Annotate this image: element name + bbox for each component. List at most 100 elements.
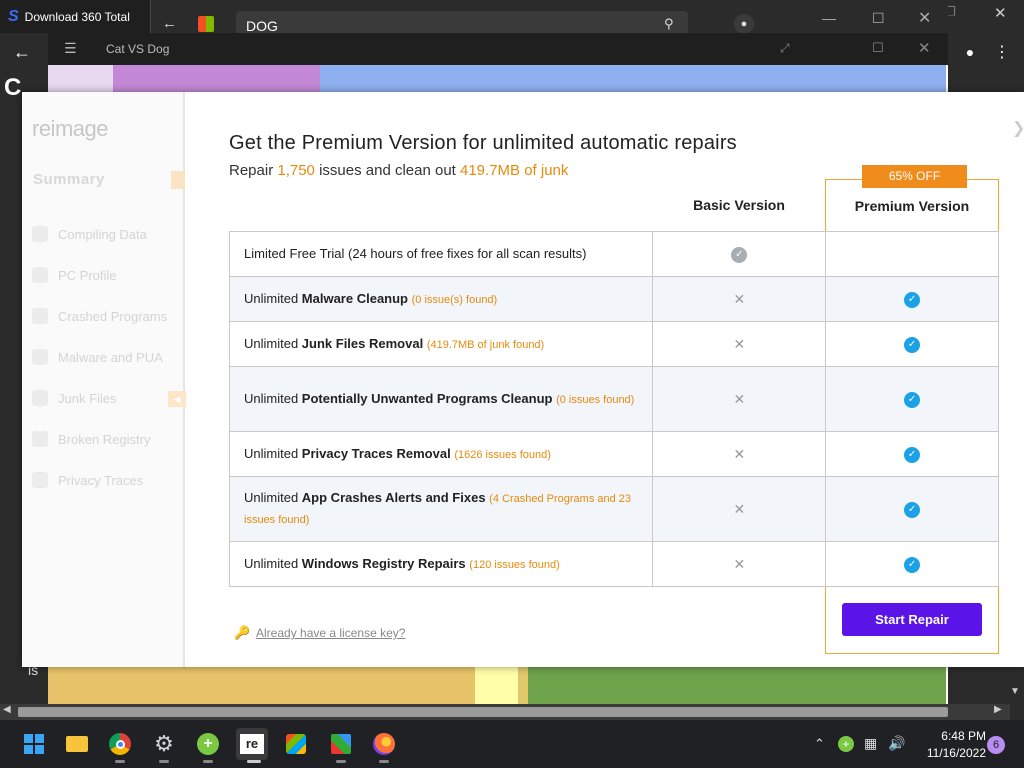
clock-time[interactable]: 6:48 PM <box>918 729 986 743</box>
back-arrow-icon[interactable]: ← <box>162 15 177 32</box>
360-security-icon[interactable]: + <box>192 728 224 760</box>
basic-cell: ✕ <box>652 276 827 322</box>
running-indicator <box>379 760 389 763</box>
sidebar-item-crashed-programs[interactable]: Crashed Programs <box>32 306 167 326</box>
sidebar-item-label: Compiling Data <box>58 226 147 242</box>
sidebar-item-label: PC Profile <box>58 267 117 283</box>
premium-cell: ✓ <box>825 431 999 477</box>
cross-icon: ✕ <box>733 290 746 307</box>
more-menu-icon[interactable]: ⋮ <box>990 40 1014 64</box>
feature-name: Windows Registry Repairs <box>301 555 466 571</box>
feature-prefix: Unlimited <box>244 555 302 571</box>
sidebar-item-label: Broken Registry <box>58 431 151 447</box>
chevron-up-icon[interactable]: ⌃ <box>814 736 825 752</box>
maximize-icon[interactable]: ☐ <box>872 10 885 27</box>
start-menu-icon[interactable] <box>18 728 50 760</box>
cross-icon: ✕ <box>733 335 746 352</box>
game-window-title: Cat VS Dog <box>106 42 170 56</box>
sidebar-summary[interactable]: Summary <box>33 171 105 188</box>
start-repair-button[interactable]: Start Repair <box>842 603 982 636</box>
license-key-link[interactable]: Already have a license key? <box>256 626 405 640</box>
basic-cell: ✕ <box>652 476 827 542</box>
summary-marker <box>171 171 185 189</box>
feature-note: (0 issues found) <box>556 393 635 406</box>
basic-cell: ✕ <box>652 366 827 432</box>
scrollbar-thumb[interactable] <box>18 707 948 717</box>
cross-icon: ✕ <box>733 390 746 407</box>
premium-cell: ✓ <box>825 476 999 542</box>
close-icon[interactable]: ✕ <box>918 39 931 57</box>
dialog-close-icon[interactable]: ❯ <box>1012 118 1024 138</box>
feature-prefix: Unlimited <box>244 445 302 461</box>
cross-icon: ✕ <box>733 555 746 572</box>
minimize-icon[interactable]: — <box>822 10 836 26</box>
store-icon <box>198 16 214 32</box>
close-icon[interactable]: ✕ <box>918 8 931 28</box>
junk-files-icon <box>32 390 48 406</box>
table-row: Unlimited Privacy Traces Removal (1626 i… <box>228 431 999 477</box>
expand-icon[interactable]: ⤢ <box>780 41 790 56</box>
scroll-left-icon[interactable]: ◀ <box>3 704 11 715</box>
file-explorer-icon[interactable] <box>61 728 93 760</box>
running-indicator <box>159 760 169 763</box>
360-tray-icon[interactable]: + <box>838 736 854 752</box>
discount-badge: 65% OFF <box>862 165 967 188</box>
basic-cell: ✓ <box>652 231 827 277</box>
sidebar-item-junk-files[interactable]: Junk Files <box>32 388 117 408</box>
active-indicator <box>247 760 261 763</box>
scroll-down-icon[interactable]: ▼ <box>1010 686 1020 697</box>
check-icon: ✓ <box>904 391 921 408</box>
store-icon[interactable] <box>280 728 312 760</box>
reimage-taskbar-label: re <box>240 734 264 754</box>
running-indicator <box>203 760 213 763</box>
basic-cell: ✕ <box>652 431 827 477</box>
profile-icon[interactable]: ● <box>734 14 754 34</box>
dialog-subheadline: Repair 1,750 issues and clean out 419.7M… <box>229 162 568 179</box>
reimage-logo: reimage <box>32 116 108 141</box>
tab-title: Download 360 Total <box>24 9 130 24</box>
sub-prefix: Repair <box>229 162 278 179</box>
feature-prefix: Unlimited <box>244 290 302 306</box>
close-icon[interactable]: ✕ <box>994 4 1007 22</box>
sidebar-item-compiling-data[interactable]: Compiling Data <box>32 224 147 244</box>
search-icon[interactable]: ⚲ <box>664 16 674 32</box>
feature-cell: Unlimited Windows Registry Repairs (120 … <box>228 541 654 587</box>
profile-icon[interactable]: ● <box>958 40 982 64</box>
back-arrow-icon[interactable]: ← <box>10 40 34 64</box>
junk-size: 419.7MB of junk <box>460 162 569 179</box>
feature-cell: Unlimited Junk Files Removal (419.7MB of… <box>228 321 654 367</box>
sidebar-item-label: Junk Files <box>58 390 117 406</box>
feature-name: Privacy Traces Removal <box>301 445 451 461</box>
sub-mid: issues and clean out <box>314 162 460 179</box>
compiling-data-icon <box>32 226 48 242</box>
feature-note: (0 issue(s) found) <box>411 293 498 306</box>
feature-cell: Unlimited Privacy Traces Removal (1626 i… <box>228 431 654 477</box>
network-icon[interactable]: ▦ <box>864 735 877 752</box>
sidebar-item-malware[interactable]: Malware and PUA <box>32 347 163 367</box>
scroll-right-icon[interactable]: ▶ <box>994 704 1002 715</box>
paint-icon[interactable] <box>325 728 357 760</box>
reimage-taskbar-icon[interactable]: re <box>236 728 268 760</box>
sidebar-item-broken-registry[interactable]: Broken Registry <box>32 429 150 449</box>
cross-icon: ✕ <box>733 500 746 517</box>
sidebar-item-label: Crashed Programs <box>58 308 168 324</box>
settings-gear-icon[interactable]: ⚙ <box>148 728 180 760</box>
browser-tab[interactable]: S Download 360 Total <box>0 0 150 33</box>
check-icon: ✓ <box>904 501 921 518</box>
sidebar-item-label: Privacy Traces <box>58 472 144 488</box>
sidebar-item-pc-profile[interactable]: PC Profile <box>32 265 117 285</box>
clock-date[interactable]: 11/16/2022 <box>918 746 986 760</box>
notification-badge[interactable]: 6 <box>987 736 1005 754</box>
comparison-table: Limited Free Trial (24 hours of free fix… <box>228 231 999 587</box>
check-icon: ✓ <box>904 446 921 463</box>
basic-cell: ✕ <box>652 321 827 367</box>
firefox-icon[interactable] <box>368 728 400 760</box>
hamburger-menu-icon[interactable]: ☰ <box>64 40 77 57</box>
sidebar-item-privacy-traces[interactable]: Privacy Traces <box>32 470 143 490</box>
game-window-titlebar <box>48 33 948 65</box>
table-row: Unlimited Malware Cleanup (0 issue(s) fo… <box>228 276 999 322</box>
maximize-icon[interactable]: ☐ <box>872 40 884 56</box>
volume-icon[interactable]: 🔊 <box>888 735 905 752</box>
crashed-programs-icon <box>32 308 48 324</box>
chrome-icon[interactable] <box>104 728 136 760</box>
